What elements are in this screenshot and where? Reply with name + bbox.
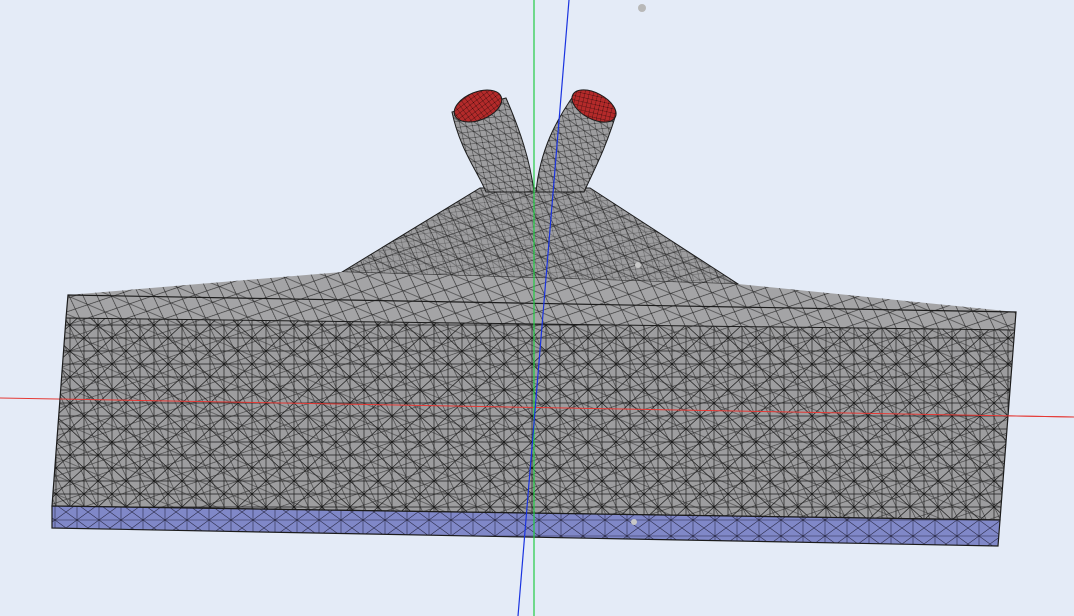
3d-viewport[interactable] xyxy=(0,0,1074,616)
mesh-scene[interactable] xyxy=(0,0,1074,616)
view-marker-bottom xyxy=(631,519,637,525)
view-marker-center xyxy=(635,262,641,268)
view-marker-top xyxy=(638,4,646,12)
